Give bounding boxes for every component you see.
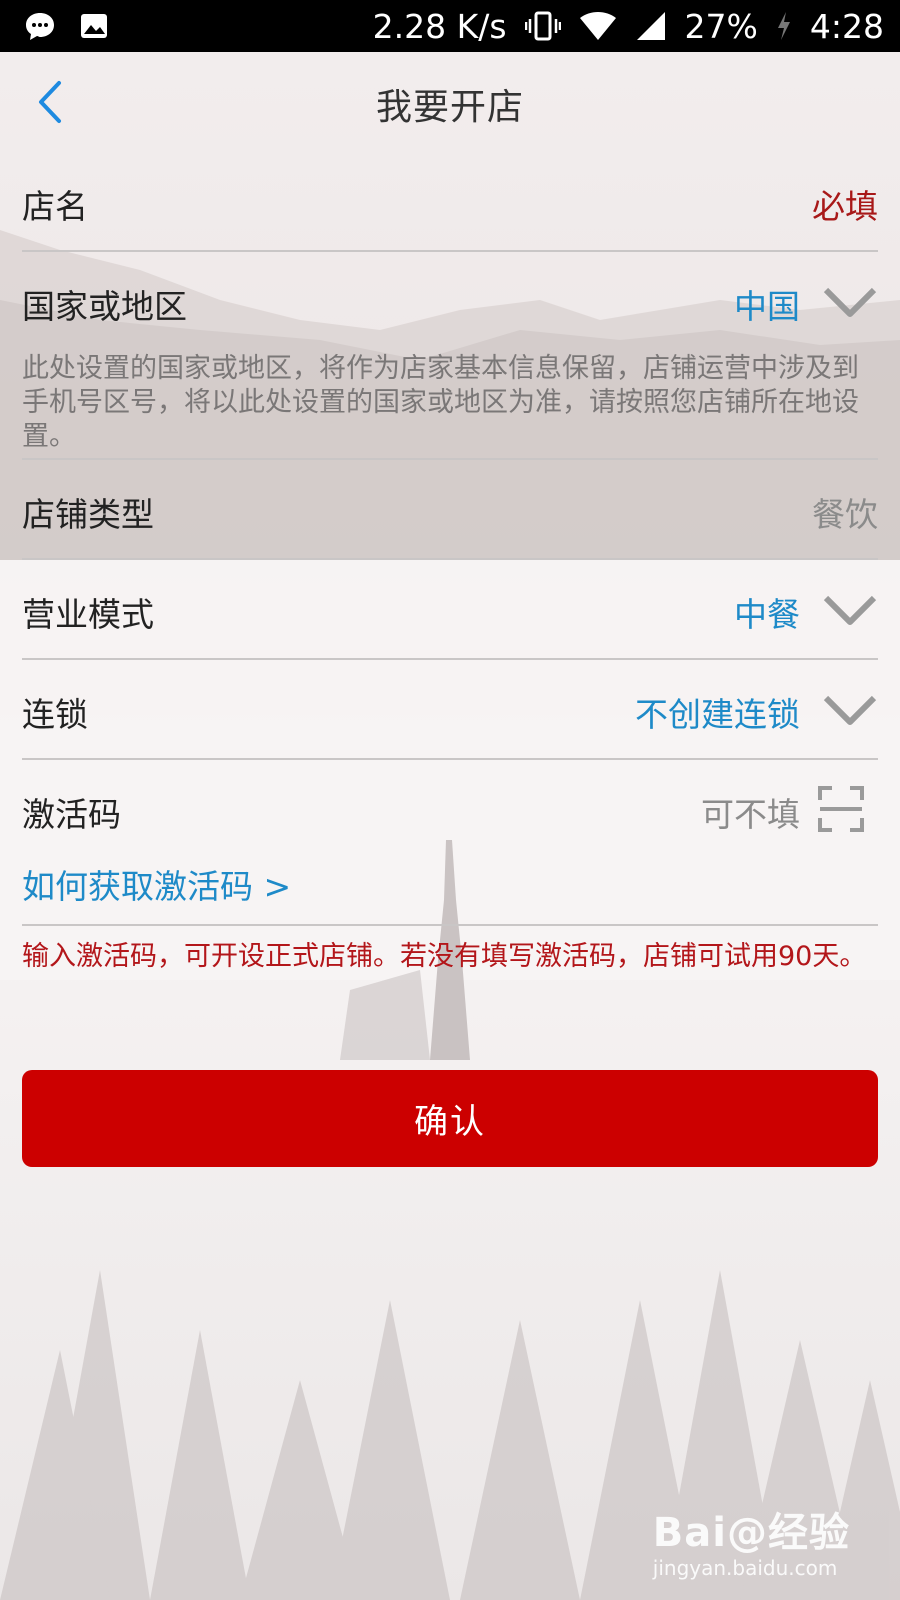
country-hint: 此处设置的国家或地区，将作为店家基本信息保留，店铺运营中涉及到手机号区号，将以此… [22,353,859,452]
country-label: 国家或地区 [22,287,187,326]
chain-row[interactable]: 连锁 不创建连锁 [22,660,878,760]
business-mode-label: 营业模式 [22,595,154,634]
shop-name-row[interactable]: 店名 必填 [22,152,878,252]
watermark-url: jingyan.baidu.com [652,1556,838,1580]
activation-label: 激活码 [22,795,121,834]
activation-block: 激活码 可不填 如何获取激活码 > [22,760,878,926]
activation-input[interactable]: 可不填 [701,788,800,836]
app-bar: 我要开店 [0,52,900,152]
status-bar: 2.28 K/s 27% 4:28 [0,0,900,52]
shop-type-label: 店铺类型 [22,495,154,534]
shop-name-label: 店名 [22,187,88,226]
chain-label: 连锁 [22,695,88,734]
shop-type-value: 餐饮 [812,495,878,534]
vibrate-icon [524,10,561,42]
activation-notice: 输入激活码，可开设正式店铺。若没有填写激活码，店铺可试用90天。 [22,941,867,972]
network-speed: 2.28 K/s [372,6,507,46]
country-value[interactable]: 中国 [734,280,800,328]
open-shop-form: 店名 必填 国家或地区 中国 此处设置的国家或地区，将作为店家基本信息保留，店铺… [22,152,878,974]
chevron-down-icon[interactable] [822,690,878,730]
charging-icon [776,10,792,42]
country-hint-block: 此处设置的国家或地区，将作为店家基本信息保留，店铺运营中涉及到手机号区号，将以此… [22,350,878,460]
signal-icon [635,11,667,41]
message-notification-icon [24,10,56,46]
clock: 4:28 [809,6,884,46]
how-to-get-activation-link[interactable]: 如何获取激活码 > [22,860,291,908]
battery-percent: 27% [684,6,758,46]
business-mode-row[interactable]: 营业模式 中餐 [22,560,878,660]
chevron-down-icon[interactable] [822,282,878,322]
image-notification-icon [78,10,110,46]
business-mode-value[interactable]: 中餐 [734,588,800,636]
shop-type-row: 店铺类型 餐饮 [22,460,878,560]
shop-name-input[interactable]: 必填 [812,180,878,228]
watermark-logo: Bai@经验 [652,1510,850,1556]
confirm-button[interactable]: 确认 [22,1070,878,1167]
country-row[interactable]: 国家或地区 中国 [22,252,878,350]
wifi-icon [579,11,617,41]
scan-icon[interactable] [818,786,864,832]
chain-value[interactable]: 不创建连锁 [635,688,800,736]
chevron-down-icon[interactable] [822,590,878,630]
baidu-watermark: Bai@经验 jingyan.baidu.com [653,1500,850,1580]
page-title: 我要开店 [375,87,524,128]
